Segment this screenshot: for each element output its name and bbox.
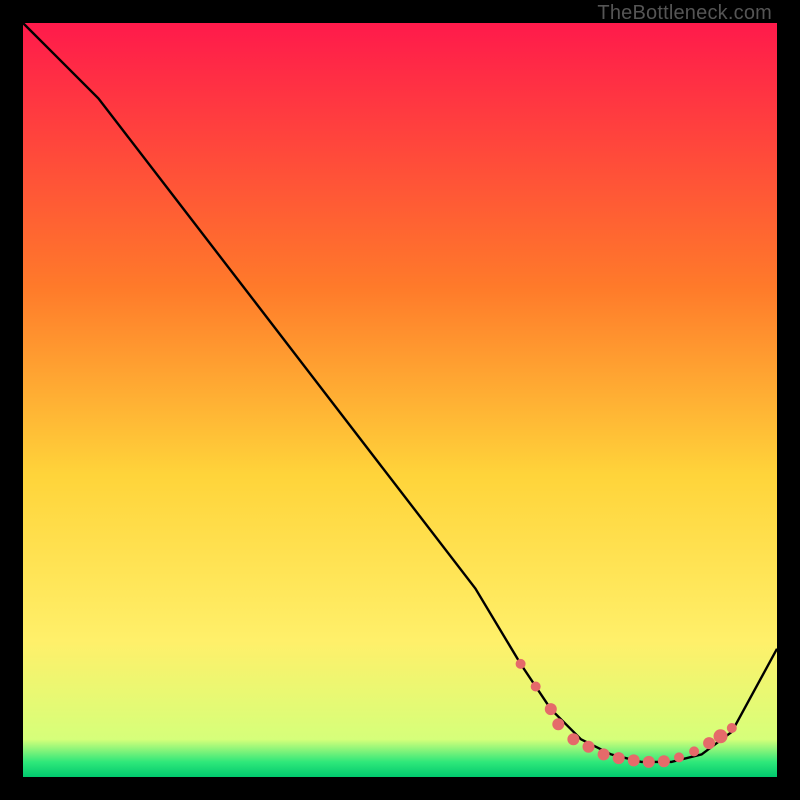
valley-marker xyxy=(628,754,640,766)
valley-marker xyxy=(567,733,579,745)
valley-marker xyxy=(643,756,655,768)
valley-marker xyxy=(552,718,564,730)
chart-svg xyxy=(23,23,777,777)
valley-marker xyxy=(583,741,595,753)
gradient-background xyxy=(23,23,777,777)
valley-marker xyxy=(674,752,684,762)
valley-marker xyxy=(658,755,670,767)
valley-marker xyxy=(613,752,625,764)
valley-marker xyxy=(516,659,526,669)
watermark-text: TheBottleneck.com xyxy=(597,2,772,25)
valley-marker xyxy=(598,748,610,760)
valley-marker xyxy=(714,729,728,743)
chart-plot-area xyxy=(23,23,777,777)
valley-marker xyxy=(727,723,737,733)
valley-marker xyxy=(531,682,541,692)
valley-marker xyxy=(689,746,699,756)
valley-marker xyxy=(703,737,715,749)
valley-marker xyxy=(545,703,557,715)
